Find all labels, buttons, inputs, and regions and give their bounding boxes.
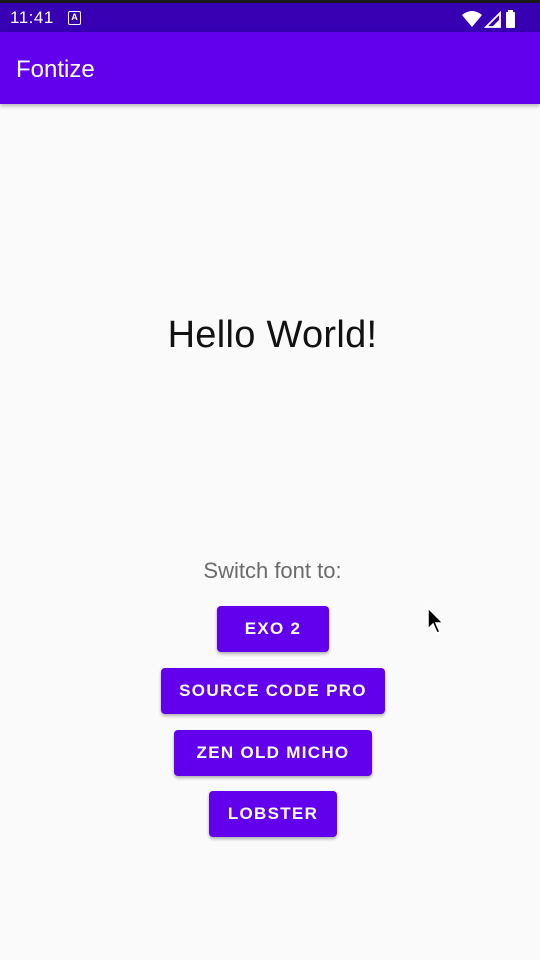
battery-icon [506, 10, 515, 28]
status-bar: 11:41 A [0, 0, 540, 32]
status-icons [460, 9, 518, 29]
signal-icon [484, 10, 501, 28]
mouse-pointer-icon [427, 607, 445, 634]
hello-text: Hello World! [167, 314, 378, 356]
source-code-pro-font-button[interactable]: SOURCE CODE PRO [161, 668, 385, 714]
wifi-icon [462, 11, 482, 27]
exo2-font-button[interactable]: EXO 2 [217, 606, 329, 652]
app-title: Fontize [16, 56, 95, 83]
lobster-font-button[interactable]: LOBSTER [209, 791, 337, 837]
zen-old-micho-font-button[interactable]: ZEN OLD MICHO [174, 730, 372, 776]
status-time: 11:41 [10, 8, 54, 27]
app-bar: Fontize [0, 32, 540, 104]
notification-icon: A [68, 11, 81, 25]
switch-font-label: Switch font to: [203, 558, 342, 583]
